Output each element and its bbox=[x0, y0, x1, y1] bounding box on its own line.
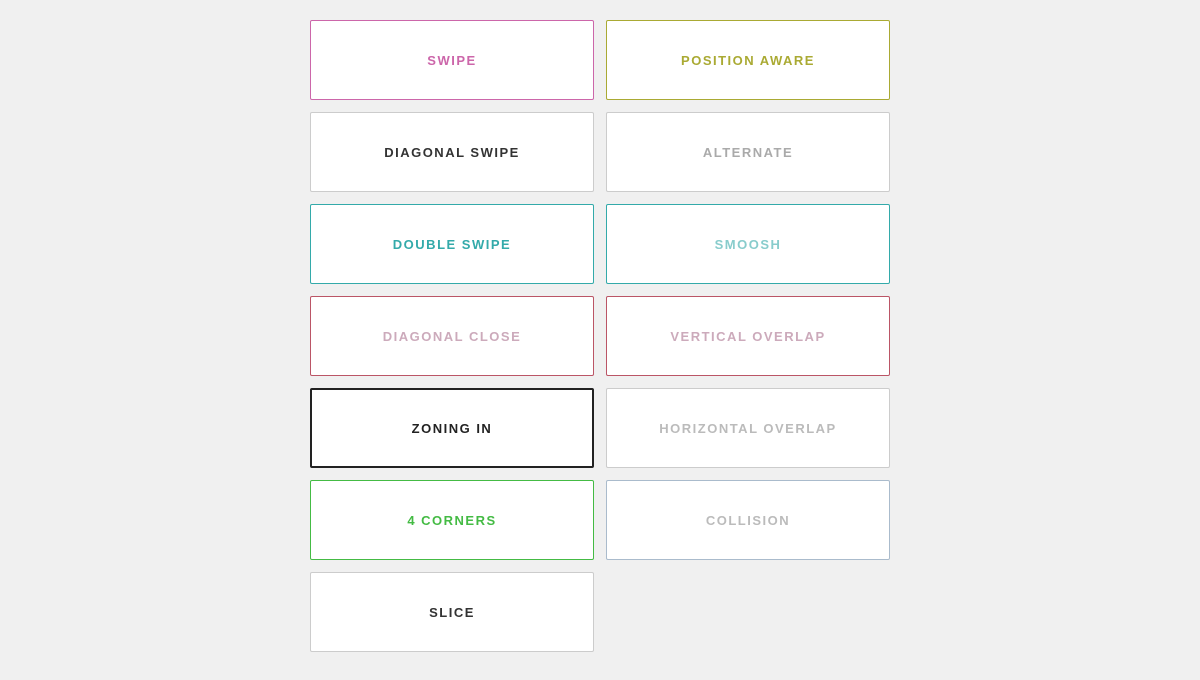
label-position-aware: POSITION AWARE bbox=[681, 53, 815, 68]
button-horizontal-overlap[interactable]: HORIZONTAL OVERLAP bbox=[606, 388, 890, 468]
label-collision: COLLISION bbox=[706, 513, 790, 528]
button-collision[interactable]: COLLISION bbox=[606, 480, 890, 560]
button-double-swipe[interactable]: DOUBLE SWIPE bbox=[310, 204, 594, 284]
button-grid: SWIPE POSITION AWARE DIAGONAL SWIPE ALTERNA… bbox=[310, 20, 890, 652]
label-diagonal-close: DIAGONAL CLOSE bbox=[383, 329, 522, 344]
label-double-swipe: DOUBLE SWIPE bbox=[393, 237, 511, 252]
button-alternate[interactable]: ALTERNATE bbox=[606, 112, 890, 192]
button-smoosh[interactable]: SMOOSH bbox=[606, 204, 890, 284]
button-swipe[interactable]: SWIPE bbox=[310, 20, 594, 100]
button-diagonal-swipe[interactable]: DIAGONAL SWIPE bbox=[310, 112, 594, 192]
label-zoning-in: ZONING IN bbox=[412, 421, 493, 436]
button-diagonal-close[interactable]: DIAGONAL CLOSE bbox=[310, 296, 594, 376]
label-smoosh: SMOOSH bbox=[715, 237, 782, 252]
button-position-aware[interactable]: POSITION AWARE bbox=[606, 20, 890, 100]
button-zoning-in[interactable]: ZONING IN bbox=[310, 388, 594, 468]
button-slice[interactable]: SLICE bbox=[310, 572, 594, 652]
button-4-corners[interactable]: 4 CORNERS bbox=[310, 480, 594, 560]
button-vertical-overlap[interactable]: VERTICAL OVERLAP bbox=[606, 296, 890, 376]
label-4-corners: 4 CORNERS bbox=[407, 513, 496, 528]
label-slice: SLICE bbox=[429, 605, 475, 620]
label-alternate: ALTERNATE bbox=[703, 145, 793, 160]
label-swipe: SWIPE bbox=[427, 53, 476, 68]
label-vertical-overlap: VERTICAL OVERLAP bbox=[670, 329, 825, 344]
label-horizontal-overlap: HORIZONTAL OVERLAP bbox=[659, 421, 836, 436]
label-diagonal-swipe: DIAGONAL SWIPE bbox=[384, 145, 520, 160]
